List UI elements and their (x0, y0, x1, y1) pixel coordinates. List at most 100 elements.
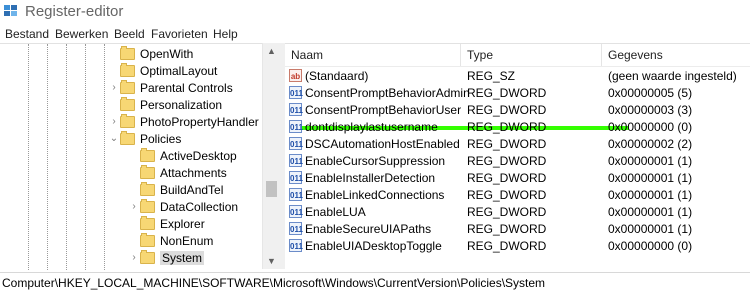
expand-chevron-icon[interactable]: ⌄ (108, 133, 120, 144)
column-header-name[interactable]: Naam (291, 48, 323, 66)
tree-item[interactable]: › Parental Controls (108, 79, 233, 96)
value-data: 0x00000003 (3) (608, 103, 693, 117)
tree-item[interactable]: › System (128, 249, 205, 266)
binary-value-icon: 011 (289, 154, 303, 167)
value-type: REG_DWORD (467, 137, 547, 151)
menu-bestand[interactable]: Bestand (5, 27, 49, 41)
tree-item-label: Policies (140, 131, 182, 146)
value-type: REG_DWORD (467, 205, 547, 219)
column-header-type[interactable]: Type (467, 48, 493, 66)
binary-value-icon: 011 (289, 86, 303, 99)
binary-value-icon: 011 (289, 239, 303, 252)
tree-guide-line (47, 44, 48, 270)
menu-help[interactable]: Help (213, 27, 238, 41)
value-name: ConsentPromptBehaviorAdmin (305, 86, 470, 100)
table-row[interactable]: 011 dontdisplaylastusername REG_DWORD 0x000… (285, 119, 750, 136)
table-row[interactable]: 011 EnableInstallerDetection REG_DWORD 0x00… (285, 170, 750, 187)
table-row[interactable]: 011 EnableLinkedConnections REG_DWORD 0x000… (285, 187, 750, 204)
window-title: Register-editor (25, 3, 124, 20)
value-data: 0x00000000 (0) (608, 239, 693, 253)
tree-item-label: PhotoPropertyHandler (140, 114, 259, 129)
value-type: REG_DWORD (467, 120, 547, 134)
expand-chevron-icon[interactable]: › (108, 116, 120, 127)
tree-item[interactable]: OptimalLayout (108, 62, 217, 79)
tree-item-label: OptimalLayout (140, 63, 218, 78)
value-name: EnableLUA (305, 205, 366, 219)
folder-icon (140, 249, 155, 264)
tree-item[interactable]: Personalization (108, 96, 222, 113)
key-tree[interactable]: OpenWith OptimalLayout › Parental Controls P… (0, 43, 279, 270)
tree-scrollbar[interactable]: ▲ ▼ (262, 43, 280, 269)
value-data: 0x00000001 (1) (608, 154, 693, 168)
value-data: 0x00000001 (1) (608, 188, 693, 202)
value-type: REG_DWORD (467, 86, 547, 100)
tree-item-label: Explorer (160, 216, 205, 231)
scroll-down-arrow[interactable]: ▼ (263, 253, 280, 269)
tree-item[interactable]: ⌄ Policies (108, 130, 181, 147)
folder-icon (140, 232, 155, 247)
tree-item[interactable]: › PhotoPropertyHandler (108, 113, 259, 130)
scroll-up-arrow[interactable]: ▲ (263, 43, 280, 59)
column-header-data[interactable]: Gegevens (608, 48, 663, 66)
table-row[interactable]: 011 EnableUIADesktopToggle REG_DWORD 0x0000… (285, 238, 750, 255)
status-bar: Computer\HKEY_LOCAL_MACHINE\SOFTWARE\Mic… (0, 272, 750, 295)
tree-item-label: Personalization (140, 97, 223, 112)
table-row[interactable]: 011 DSCAutomationHostEnabled REG_DWORD 0x00… (285, 136, 750, 153)
tree-item[interactable]: › DataCollection (128, 198, 238, 215)
tree-item-label: Parental Controls (140, 80, 233, 95)
registry-editor-icon (4, 5, 17, 16)
scroll-thumb[interactable] (266, 181, 277, 197)
folder-icon (120, 96, 135, 111)
tree-item[interactable]: BuildAndTel (128, 181, 223, 198)
value-data: (geen waarde ingesteld) (608, 69, 737, 83)
binary-value-icon: 011 (289, 222, 303, 235)
value-type: REG_DWORD (467, 239, 547, 253)
tree-guide-line (28, 44, 29, 270)
folder-icon (120, 79, 135, 94)
tree-item[interactable]: Explorer (128, 215, 205, 232)
string-value-icon: ab (289, 69, 302, 82)
menu-favorieten[interactable]: Favorieten (151, 27, 208, 41)
expand-chevron-icon[interactable]: › (128, 252, 140, 263)
tree-item[interactable]: OpenWith (108, 45, 193, 62)
table-row[interactable]: 011 ConsentPromptBehaviorAdmin REG_DWORD 0x… (285, 85, 750, 102)
folder-icon (140, 164, 155, 179)
tree-guide-line (66, 44, 67, 270)
table-row[interactable]: 011 EnableSecureUIAPaths REG_DWORD 0x000000… (285, 221, 750, 238)
values-list[interactable]: Naam Type Gegevens ab (Standaard) REG_SZ (g… (285, 43, 750, 270)
binary-value-icon: 011 (289, 188, 303, 201)
folder-icon (120, 45, 135, 60)
value-type: REG_DWORD (467, 103, 547, 117)
tree-item[interactable]: NonEnum (128, 232, 213, 249)
menu-bar: Bestand Bewerken Beeld Favorieten Help (0, 25, 750, 43)
binary-value-icon: 011 (289, 120, 303, 133)
expand-chevron-icon[interactable]: › (108, 82, 120, 93)
table-row[interactable]: 011 EnableLUA REG_DWORD 0x00000001 (1) (285, 204, 750, 221)
column-separator[interactable] (460, 44, 461, 66)
column-separator[interactable] (601, 44, 602, 66)
table-row[interactable]: ab (Standaard) REG_SZ (geen waarde ingestel… (285, 68, 750, 85)
folder-icon (140, 215, 155, 230)
binary-value-icon: 011 (289, 171, 303, 184)
key-path: Computer\HKEY_LOCAL_MACHINE\SOFTWARE\Mic… (2, 276, 546, 290)
table-row[interactable]: 011 EnableCursorSuppression REG_DWORD 0x000… (285, 153, 750, 170)
folder-icon (120, 130, 135, 145)
tree-item[interactable]: ActiveDesktop (128, 147, 237, 164)
menu-beeld[interactable]: Beeld (114, 27, 145, 41)
folder-icon (120, 62, 135, 77)
value-name: EnableInstallerDetection (305, 171, 436, 185)
expand-chevron-icon[interactable]: › (128, 201, 140, 212)
value-name: dontdisplaylastusername (305, 120, 438, 134)
tree-item[interactable]: Attachments (128, 164, 227, 181)
folder-icon (120, 113, 135, 128)
binary-value-icon: 011 (289, 103, 303, 116)
value-name: EnableUIADesktopToggle (305, 239, 442, 253)
tree-guide-line (85, 44, 86, 270)
value-data: 0x00000001 (1) (608, 171, 693, 185)
value-name: DSCAutomationHostEnabled (305, 137, 460, 151)
value-type: REG_SZ (467, 69, 516, 83)
tree-item-label: OpenWith (140, 46, 194, 61)
menu-bewerken[interactable]: Bewerken (55, 27, 108, 41)
table-row[interactable]: 011 ConsentPromptBehaviorUser REG_DWORD 0x0… (285, 102, 750, 119)
binary-value-icon: 011 (289, 137, 303, 150)
